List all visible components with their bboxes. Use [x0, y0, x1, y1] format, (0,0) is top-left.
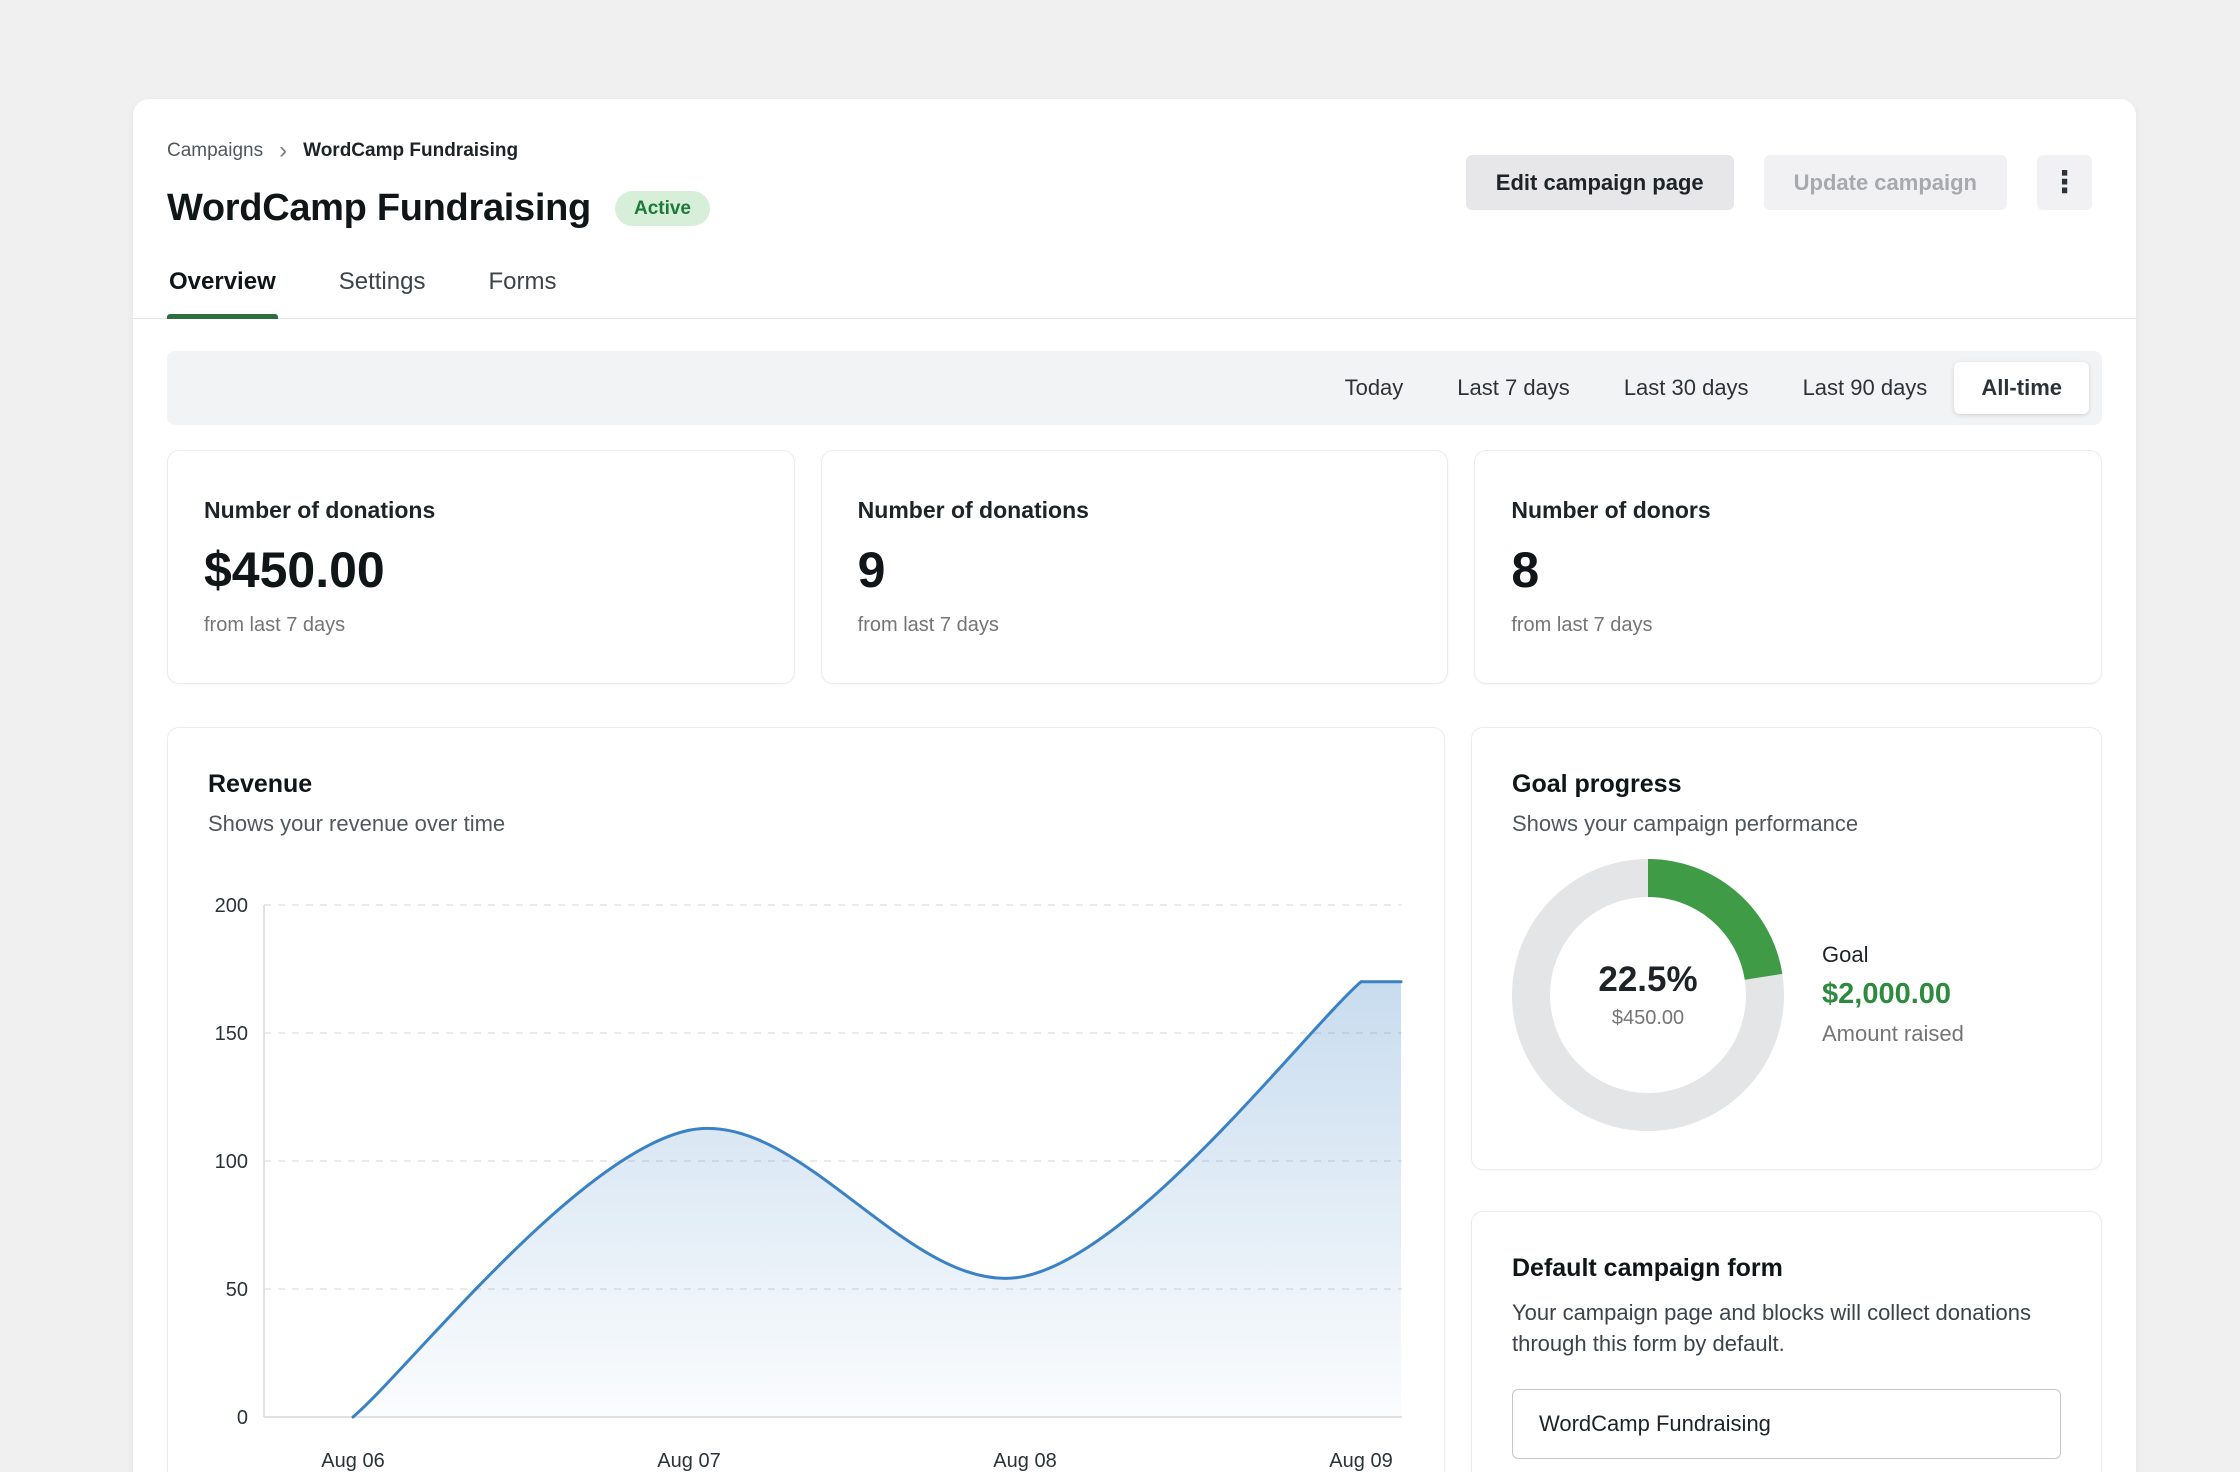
- goal-donut-wrap: 22.5% $450.00: [1512, 859, 1784, 1131]
- header-actions: Edit campaign page Update campaign ⋮: [1466, 155, 2092, 210]
- svg-text:100: 100: [215, 1151, 248, 1173]
- stat-card-donation-count: Number of donations 9 from last 7 days: [821, 450, 1449, 684]
- revenue-title: Revenue: [208, 770, 1404, 799]
- goal-row: 22.5% $450.00 Goal $2,000.00 Amount rais…: [1512, 859, 2061, 1131]
- svg-text:0: 0: [237, 1407, 248, 1429]
- goal-donut-chart: [1512, 859, 1784, 1131]
- filter-last-90-days[interactable]: Last 90 days: [1776, 362, 1955, 414]
- tab-settings[interactable]: Settings: [337, 268, 428, 318]
- status-badge: Active: [615, 191, 710, 226]
- tab-overview[interactable]: Overview: [167, 268, 278, 318]
- default-form-title: Default campaign form: [1512, 1254, 2061, 1283]
- goal-legend: Goal $2,000.00 Amount raised: [1822, 942, 1964, 1047]
- breadcrumb-chevron-icon: ›: [279, 139, 287, 163]
- svg-text:200: 200: [215, 895, 248, 917]
- svg-text:150: 150: [215, 1023, 248, 1045]
- goal-label: Goal: [1822, 942, 1964, 968]
- stat-label: Number of donations: [204, 497, 758, 525]
- desktop-background: Campaigns › WordCamp Fundraising WordCam…: [0, 0, 2240, 1472]
- campaign-tabs: Overview Settings Forms: [133, 268, 2136, 319]
- campaign-header: Campaigns › WordCamp Fundraising WordCam…: [133, 99, 2136, 230]
- goal-amount: $2,000.00: [1822, 978, 1964, 1011]
- overview-panel: Today Last 7 days Last 30 days Last 90 d…: [133, 319, 2136, 1472]
- svg-text:Aug 06: Aug 06: [321, 1450, 384, 1472]
- goal-progress-card: Goal progress Shows your campaign perfor…: [1471, 727, 2102, 1170]
- stat-cards-row: Number of donations $450.00 from last 7 …: [167, 450, 2102, 684]
- svg-text:Aug 07: Aug 07: [657, 1450, 720, 1472]
- goal-caption: Amount raised: [1822, 1021, 1964, 1047]
- update-campaign-button[interactable]: Update campaign: [1764, 155, 2007, 210]
- main-grid: Revenue Shows your revenue over time 0 50…: [167, 727, 2102, 1472]
- tab-forms[interactable]: Forms: [486, 268, 558, 318]
- revenue-subtitle: Shows your revenue over time: [208, 811, 1404, 837]
- revenue-card: Revenue Shows your revenue over time 0 50…: [167, 727, 1445, 1472]
- stat-caption: from last 7 days: [858, 614, 1412, 637]
- goal-subtitle: Shows your campaign performance: [1512, 811, 2061, 837]
- stat-label: Number of donations: [858, 497, 1412, 525]
- kebab-menu-icon: ⋮: [2050, 168, 2080, 198]
- more-options-button[interactable]: ⋮: [2037, 155, 2092, 210]
- revenue-area-chart: 0 50 100 150 200 Aug 06 Aug 07 Aug 08 Aug 09: [208, 845, 1406, 1472]
- stat-value: 9: [858, 543, 1412, 598]
- page-title: WordCamp Fundraising: [167, 187, 591, 230]
- filter-all-time[interactable]: All-time: [1954, 362, 2089, 414]
- right-column: Goal progress Shows your campaign perfor…: [1471, 727, 2102, 1472]
- edit-campaign-page-button[interactable]: Edit campaign page: [1466, 155, 1734, 210]
- default-form-description: Your campaign page and blocks will colle…: [1512, 1297, 2061, 1359]
- filter-last-7-days[interactable]: Last 7 days: [1430, 362, 1597, 414]
- filter-today[interactable]: Today: [1318, 362, 1431, 414]
- revenue-chart-wrap: 0 50 100 150 200 Aug 06 Aug 07 Aug 08 Aug 09: [208, 845, 1404, 1472]
- default-form-selected-value: WordCamp Fundraising: [1539, 1411, 1771, 1437]
- default-campaign-form-card: Default campaign form Your campaign page…: [1471, 1211, 2102, 1472]
- breadcrumb-current: WordCamp Fundraising: [303, 140, 518, 162]
- default-form-select[interactable]: WordCamp Fundraising: [1512, 1389, 2061, 1459]
- stat-label: Number of donors: [1511, 497, 2065, 525]
- date-range-filter-bar: Today Last 7 days Last 30 days Last 90 d…: [167, 351, 2102, 425]
- filter-last-30-days[interactable]: Last 30 days: [1597, 362, 1776, 414]
- breadcrumb-campaigns-link[interactable]: Campaigns: [167, 140, 263, 162]
- stat-caption: from last 7 days: [204, 614, 758, 637]
- svg-text:Aug 08: Aug 08: [993, 1450, 1056, 1472]
- svg-text:50: 50: [226, 1279, 248, 1301]
- stat-value: $450.00: [204, 543, 758, 598]
- svg-text:Aug 09: Aug 09: [1329, 1450, 1392, 1472]
- stat-value: 8: [1511, 543, 2065, 598]
- stat-card-donor-count: Number of donors 8 from last 7 days: [1474, 450, 2102, 684]
- campaign-details-window: Campaigns › WordCamp Fundraising WordCam…: [133, 99, 2136, 1472]
- goal-title: Goal progress: [1512, 770, 2061, 799]
- stat-card-donation-amount: Number of donations $450.00 from last 7 …: [167, 450, 795, 684]
- stat-caption: from last 7 days: [1511, 614, 2065, 637]
